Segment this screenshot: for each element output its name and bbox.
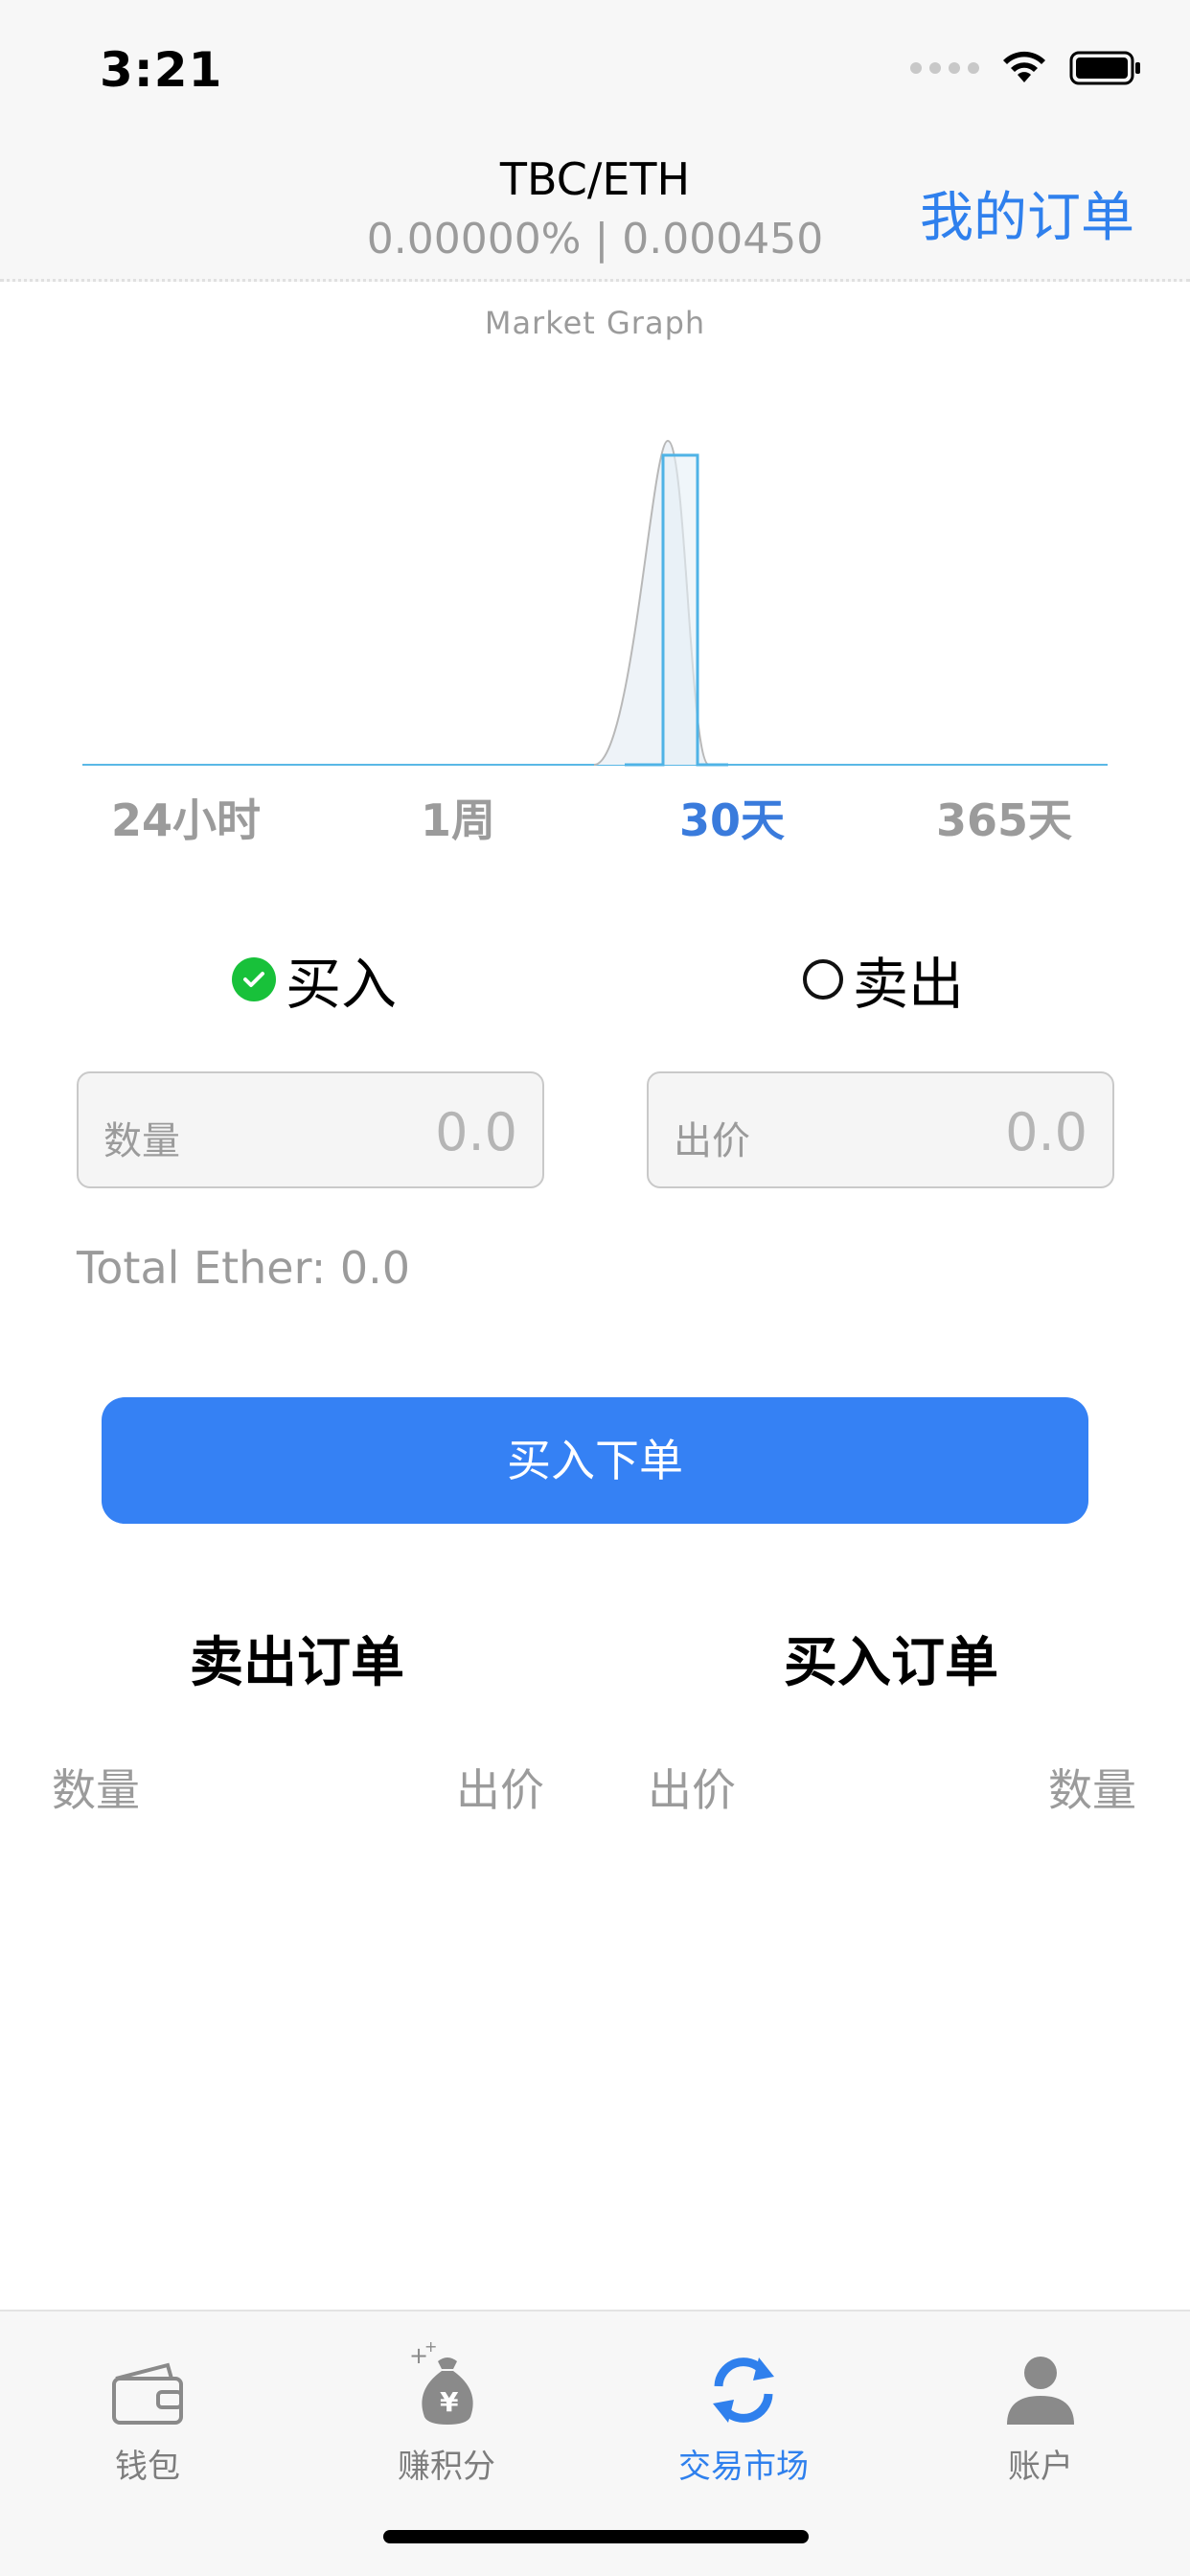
tab-earn-points-label: 赚积分 <box>398 2448 495 2486</box>
buy-order-button[interactable]: 买入下单 <box>102 1397 1088 1524</box>
sell-label: 卖出 <box>853 952 965 1017</box>
radio-unchecked-icon <box>803 959 843 1000</box>
tab-wallet[interactable]: 钱包 <box>33 2334 263 2487</box>
my-orders-button[interactable]: 我的订单 <box>920 174 1134 252</box>
range-tab-365d[interactable]: 365天 <box>880 786 1129 849</box>
person-icon <box>1007 2357 1074 2425</box>
wifi-icon <box>1003 51 1045 82</box>
tab-account-label: 账户 <box>1008 2448 1073 2486</box>
price-label: 出价 <box>674 1119 750 1163</box>
graph-caption: Market Graph <box>484 305 706 341</box>
nav-bar: TBC/ETH 0.00000% | 0.000450 我的订单 <box>0 134 1190 282</box>
status-bar: 3:21 <box>0 0 1190 134</box>
buy-col-quantity: 数量 <box>1048 1764 1136 1816</box>
sell-col-price: 出价 <box>456 1764 544 1816</box>
tab-account[interactable]: 账户 <box>926 2334 1156 2487</box>
market-graph <box>82 439 1108 767</box>
home-indicator[interactable] <box>383 2530 809 2543</box>
tab-wallet-label: 钱包 <box>115 2448 180 2486</box>
tab-earn-points[interactable]: + + ¥ 赚积分 <box>332 2334 561 2487</box>
range-tab-1w[interactable]: 1周 <box>333 786 583 849</box>
quantity-label: 数量 <box>103 1119 180 1163</box>
screen: 3:21 TBC/ETH 0.00000% | 0.000450 我的订单 Ma… <box>0 0 1190 2576</box>
checkmark-icon <box>232 957 276 1001</box>
quantity-input[interactable]: 0.0 <box>326 1102 517 1162</box>
status-time: 3:21 <box>100 42 223 98</box>
tab-exchange-market[interactable]: 交易市场 <box>629 2334 858 2487</box>
sell-option[interactable]: 卖出 <box>803 939 964 1020</box>
status-icons <box>910 50 1142 86</box>
buy-orders-title: 买入订单 <box>784 1632 998 1694</box>
buy-col-price: 出价 <box>648 1764 736 1816</box>
buy-label: 买入 <box>286 952 398 1017</box>
svg-text:¥: ¥ <box>440 2386 459 2418</box>
range-tabs: 24小时 1周 30天 365天 <box>0 786 1190 853</box>
sell-col-quantity: 数量 <box>52 1764 140 1816</box>
price-field[interactable]: 出价 0.0 <box>647 1071 1114 1188</box>
quantity-field[interactable]: 数量 0.0 <box>77 1071 544 1188</box>
sell-orders-title: 卖出订单 <box>190 1632 404 1694</box>
range-tab-30d[interactable]: 30天 <box>607 786 857 849</box>
wallet-icon <box>112 2362 183 2425</box>
buy-option[interactable]: 买入 <box>232 939 397 1020</box>
total-ether: Total Ether: 0.0 <box>77 1242 410 1294</box>
money-bag-icon: + + ¥ <box>409 2342 473 2425</box>
exchange-icon <box>713 2358 774 2423</box>
price-input[interactable]: 0.0 <box>896 1102 1087 1162</box>
tab-exchange-market-label: 交易市场 <box>678 2448 809 2486</box>
range-tab-24h[interactable]: 24小时 <box>61 786 310 849</box>
signal-icon <box>910 62 979 74</box>
svg-text:+: + <box>424 2342 437 2356</box>
battery-icon <box>1069 51 1140 85</box>
